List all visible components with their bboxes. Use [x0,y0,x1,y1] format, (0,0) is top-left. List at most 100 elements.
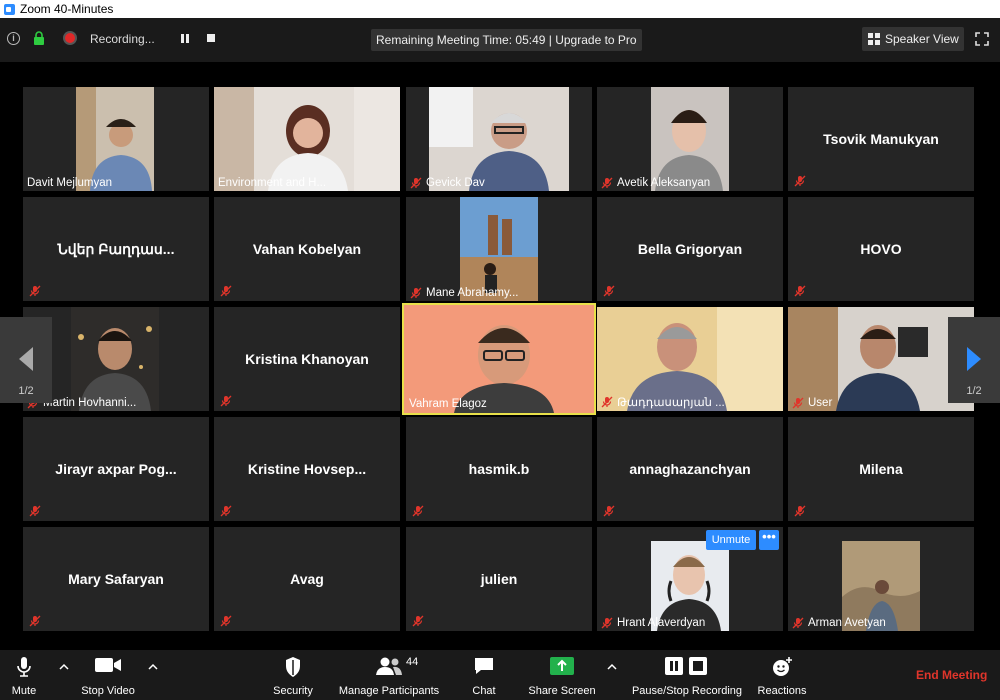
recording-status: Recording... [90,32,155,46]
participant-name: annaghazanchyan [629,461,751,477]
participant-name: Avetik Aleksanyan [601,177,710,189]
chevron-up-icon[interactable] [607,662,617,672]
participants-icon [376,657,402,675]
participant-tile[interactable]: Kristina Khanoyan [214,307,400,411]
grid-icon [868,33,880,45]
participant-tile[interactable]: Kristine Hovsep... [214,417,400,521]
participant-video [651,87,729,191]
participant-tile[interactable]: Gevick Dav [406,87,592,191]
muted-mic-icon [412,505,424,517]
participant-tile[interactable]: Avetik Aleksanyan [597,87,783,191]
mute-button[interactable]: Mute [0,650,48,700]
zoom-app-icon [4,3,15,15]
security-button[interactable]: Security [268,650,318,700]
chevron-right-icon [967,347,981,371]
participant-name: Mane Abrahamy... [410,287,518,299]
muted-mic-icon [220,395,232,407]
participant-tile[interactable]: Arman Avetyan [788,527,974,631]
participant-tile[interactable]: Նվեր Բաղդաս... [23,197,209,301]
more-options-button[interactable]: ••• [759,530,779,550]
participant-tile[interactable]: Jirayr axpar Pog... [23,417,209,521]
participant-video [76,87,154,191]
participant-tile[interactable]: Milena [788,417,974,521]
participant-name: HOVO [860,241,902,257]
pause-recording-icon[interactable] [181,34,190,43]
participant-tile[interactable]: Davit Mejlumyan [23,87,209,191]
participant-tile[interactable]: hasmik.b [406,417,592,521]
muted-mic-icon [29,285,41,297]
muted-mic-icon [601,396,613,408]
participant-tile[interactable]: Bella Grigoryan [597,197,783,301]
pause-stop-recording-button[interactable]: Pause/Stop Recording [628,650,746,700]
muted-mic-icon [220,615,232,627]
page-indicator: 1/2 [966,385,982,397]
participant-name: Hrant Alaverdyan [601,617,705,629]
participant-name: Avag [290,571,324,587]
participant-name: Kristina Khanoyan [245,351,369,367]
speaker-view-button[interactable]: Speaker View [862,27,964,51]
muted-mic-icon [601,177,613,189]
meeting-top-bar: i Recording... Remaining Meeting Time: 0… [0,18,1000,62]
stop-recording-icon[interactable] [207,34,215,42]
fullscreen-icon[interactable] [975,32,989,46]
smiley-plus-icon [773,657,792,676]
chat-button[interactable]: Chat [464,650,504,700]
recording-indicator-icon [65,33,75,43]
previous-page-button[interactable]: 1/2 [0,317,52,403]
participant-tile[interactable]: Mane Abrahamy... [406,197,592,301]
next-page-button[interactable]: 1/2 [948,317,1000,403]
participant-name: Թադդասարյան ... [601,395,725,409]
lock-icon[interactable] [33,31,45,45]
chevron-up-icon[interactable] [148,662,158,672]
active-speaker-tile[interactable]: Vahram Elagoz [402,303,596,415]
muted-mic-icon [794,285,806,297]
muted-mic-icon [794,505,806,517]
remaining-time-banner[interactable]: Remaining Meeting Time: 05:49 | Upgrade … [371,29,642,51]
muted-mic-icon [603,285,615,297]
participant-video [71,307,159,411]
participant-tile[interactable]: julien [406,527,592,631]
share-screen-button[interactable]: Share Screen [526,650,598,700]
muted-mic-icon [794,175,806,187]
participant-name: hasmik.b [468,461,530,477]
muted-mic-icon [410,177,422,189]
participant-name: Vahan Kobelyan [252,241,362,257]
participant-tile[interactable]: Avag [214,527,400,631]
participant-video [214,87,400,191]
manage-participants-button[interactable]: Manage Participants [334,650,444,700]
chevron-up-icon[interactable] [59,662,69,672]
stop-video-button[interactable]: Stop Video [76,650,140,700]
muted-mic-icon [220,505,232,517]
share-screen-icon [550,657,574,675]
participant-tile[interactable]: Tsovik Manukyan [788,87,974,191]
muted-mic-icon [601,617,613,629]
info-icon[interactable]: i [7,32,20,45]
participant-name: Mary Safaryan [68,571,164,587]
participant-video [788,307,974,411]
chevron-left-icon [19,347,33,371]
chat-bubble-icon [475,658,493,674]
participant-tile[interactable]: Mary Safaryan [23,527,209,631]
participant-tile[interactable]: Environment and H... [214,87,400,191]
participant-tile[interactable]: User [788,307,974,411]
unmute-participant-button[interactable]: Unmute [706,530,756,550]
pause-stop-icon [665,657,707,675]
muted-mic-icon [603,505,615,517]
muted-mic-icon [29,505,41,517]
microphone-icon [17,657,31,677]
participant-name: User [792,397,832,409]
participant-tile[interactable]: Թադդասարյան ... [597,307,783,411]
page-indicator: 1/2 [18,385,34,397]
participant-name: julien [480,571,518,587]
muted-mic-icon [410,287,422,299]
meeting-toolbar: Mute Stop Video Security Manage Particip… [0,650,1000,700]
window-titlebar: Zoom 40-Minutes [0,0,1000,18]
participant-name: Kristine Hovsep... [247,461,367,477]
participant-tile[interactable]: Vahan Kobelyan [214,197,400,301]
participant-tile[interactable]: HOVO [788,197,974,301]
participant-count: 44 [406,656,419,668]
participant-tile[interactable]: annaghazanchyan [597,417,783,521]
end-meeting-button[interactable]: End Meeting [916,668,987,682]
participant-name: Davit Mejlumyan [27,177,112,189]
reactions-button[interactable]: Reactions [754,650,810,700]
